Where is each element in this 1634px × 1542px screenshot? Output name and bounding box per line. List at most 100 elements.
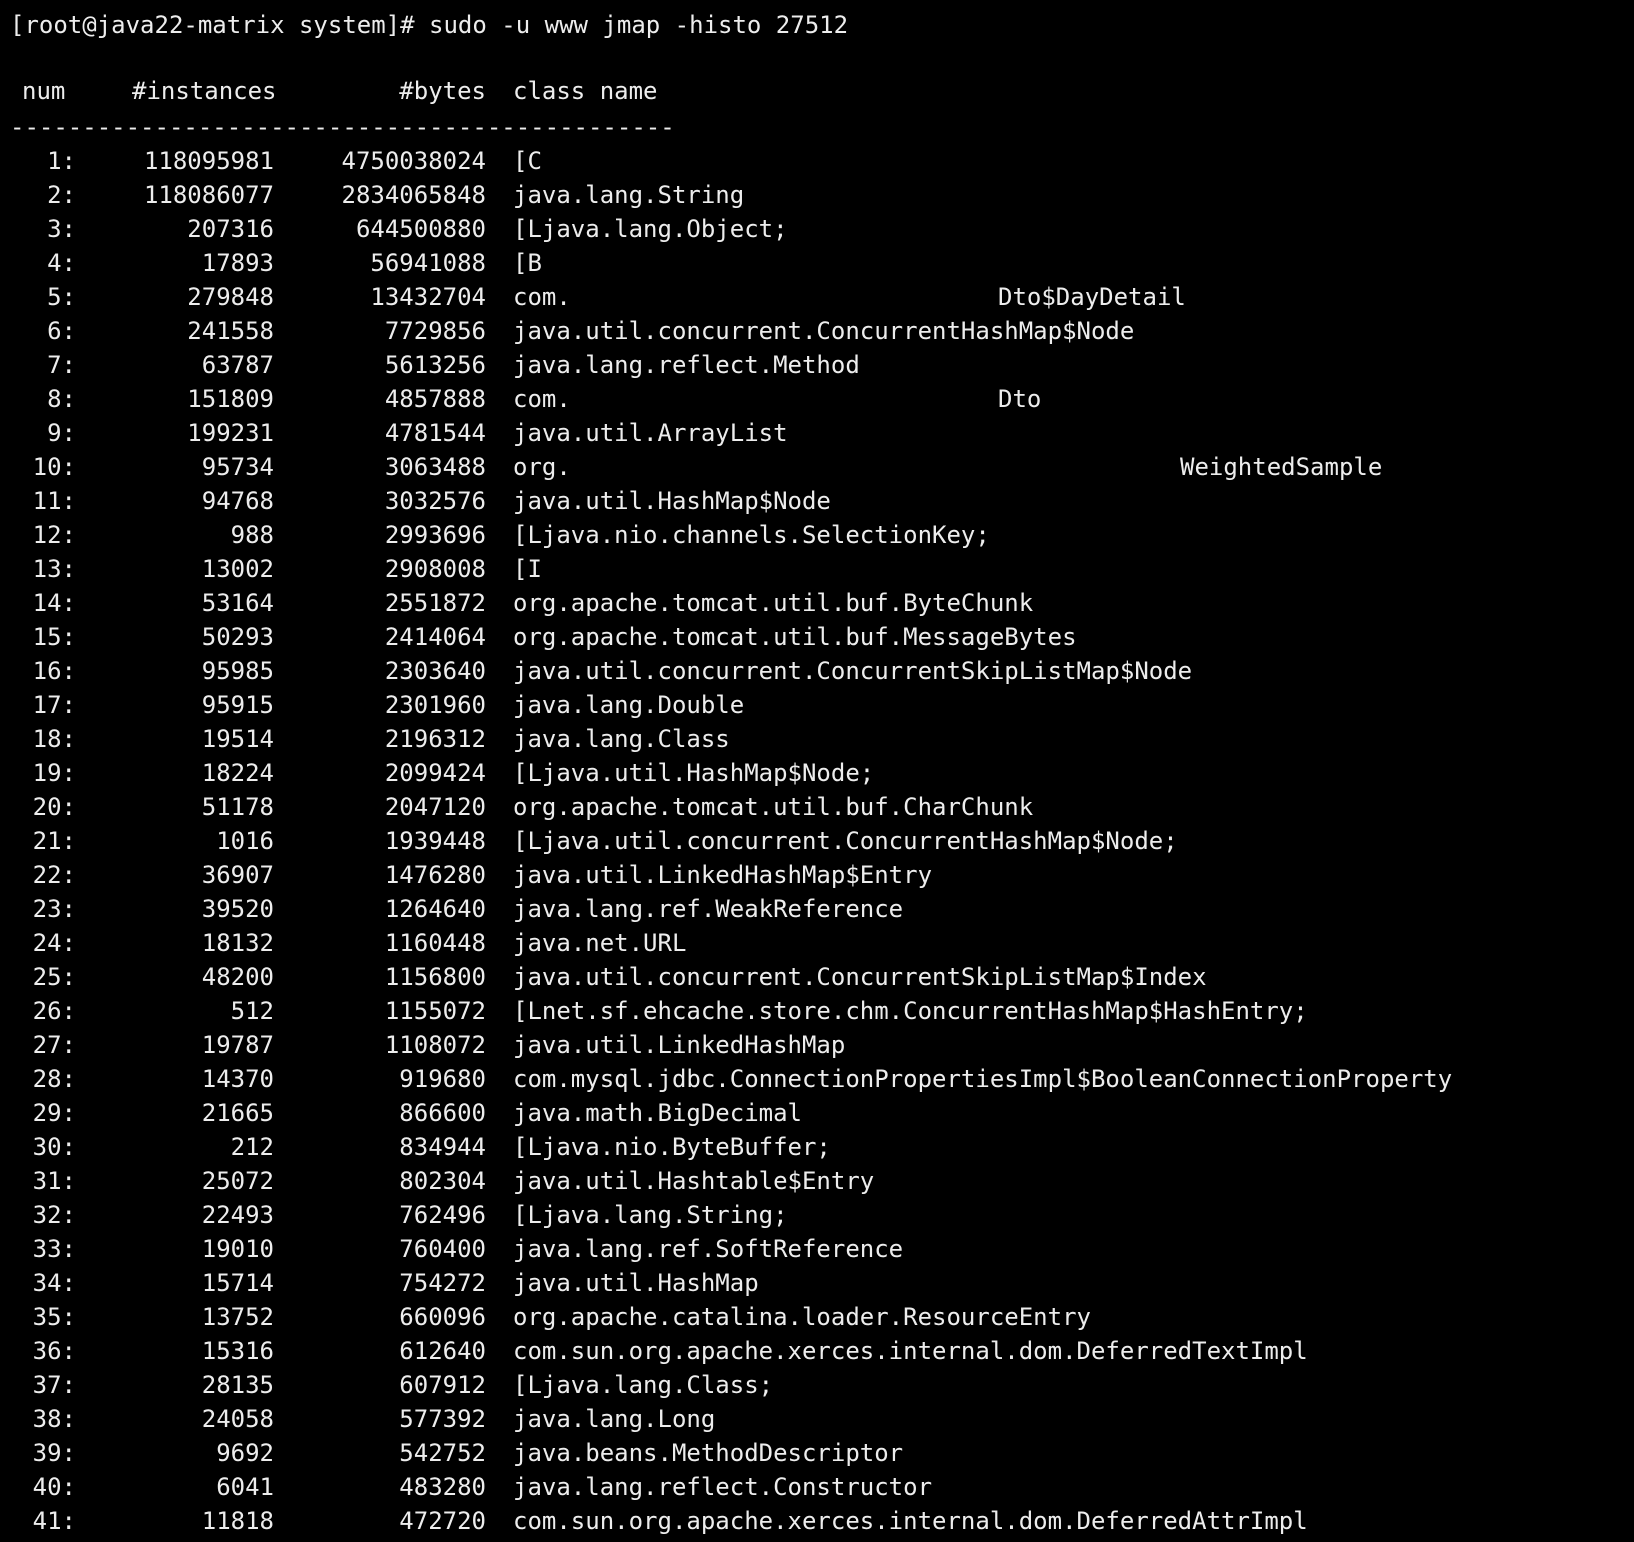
row-class-name: org.apache.tomcat.util.buf.MessageBytes xyxy=(513,623,1077,651)
table-row: 4: 17893 56941088 [B xyxy=(0,246,1634,280)
row-class-name: java.util.LinkedHashMap$Entry xyxy=(513,861,933,889)
row-bytes: 4750038024 xyxy=(341,147,487,175)
row-num: 31: xyxy=(32,1167,76,1195)
row-instances: 24058 xyxy=(201,1405,274,1433)
row-bytes: 2834065848 xyxy=(341,181,487,209)
header-bytes: #bytes xyxy=(399,77,486,105)
row-class-name: org. xyxy=(513,453,571,481)
row-num: 6: xyxy=(47,317,76,345)
row-class-name: java.lang.ref.SoftReference xyxy=(513,1235,904,1263)
row-instances: 512 xyxy=(230,997,274,1025)
row-instances: 95915 xyxy=(201,691,274,719)
row-bytes: 4857888 xyxy=(384,385,486,413)
row-class-name: [Ljava.lang.Object; xyxy=(513,215,788,243)
row-instances: 15316 xyxy=(201,1337,274,1365)
row-num: 1: xyxy=(47,147,76,175)
row-num: 4: xyxy=(47,249,76,277)
table-row: 5: 279848 13432704 com. Dto$DayDetail xyxy=(0,280,1634,314)
row-num: 26: xyxy=(32,997,76,1025)
row-bytes: 834944 xyxy=(399,1133,486,1161)
row-num: 20: xyxy=(32,793,76,821)
row-bytes: 56941088 xyxy=(370,249,486,277)
row-instances: 36907 xyxy=(201,861,274,889)
table-row: 28: 14370 919680 com.mysql.jdbc.ConnectionP… xyxy=(0,1062,1634,1096)
table-row: 7: 63787 5613256 java.lang.reflect.Method xyxy=(0,348,1634,382)
row-class-name: [Ljava.nio.ByteBuffer; xyxy=(513,1133,831,1161)
row-num: 37: xyxy=(32,1371,76,1399)
table-row: 11: 94768 3032576 java.util.HashMap$Node xyxy=(0,484,1634,518)
row-instances: 95985 xyxy=(201,657,274,685)
row-instances: 118086077 xyxy=(143,181,274,209)
row-bytes: 1155072 xyxy=(384,997,486,1025)
table-row: 18: 19514 2196312 java.lang.Class xyxy=(0,722,1634,756)
table-row: 19: 18224 2099424 [Ljava.util.HashMap$Node; xyxy=(0,756,1634,790)
row-bytes: 612640 xyxy=(399,1337,486,1365)
row-bytes: 2047120 xyxy=(384,793,486,821)
table-row: 15: 50293 2414064 org.apache.tomcat.util.bu… xyxy=(0,620,1634,654)
row-num: 32: xyxy=(32,1201,76,1229)
table-row: 32: 22493 762496 [Ljava.lang.String; xyxy=(0,1198,1634,1232)
row-bytes: 5613256 xyxy=(384,351,486,379)
table-row: 30: 212 834944 [Ljava.nio.ByteBuffer; xyxy=(0,1130,1634,1164)
row-class-name: com. xyxy=(513,283,571,311)
row-class-name: [Lnet.sf.ehcache.store.chm.ConcurrentHas… xyxy=(513,997,1308,1025)
terminal-window[interactable]: [root@java22-matrix system]# sudo -u www… xyxy=(0,0,1634,1542)
row-class-name: [Ljava.lang.String; xyxy=(513,1201,788,1229)
row-bytes: 472720 xyxy=(399,1507,486,1535)
table-row: 6: 241558 7729856 java.util.concurrent.Conc… xyxy=(0,314,1634,348)
table-row: 39: 9692 542752 java.beans.MethodDescriptor xyxy=(0,1436,1634,1470)
row-class-name: java.util.Hashtable$Entry xyxy=(513,1167,875,1195)
row-num: 40: xyxy=(32,1473,76,1501)
row-class-name: java.lang.String xyxy=(513,181,745,209)
row-instances: 21665 xyxy=(201,1099,274,1127)
row-instances: 17893 xyxy=(201,249,274,277)
row-bytes: 542752 xyxy=(399,1439,486,1467)
row-num: 38: xyxy=(32,1405,76,1433)
row-class-name: [B xyxy=(513,249,542,277)
row-bytes: 483280 xyxy=(399,1473,486,1501)
table-row: 20: 51178 2047120 org.apache.tomcat.util.bu… xyxy=(0,790,1634,824)
table-row: 8: 151809 4857888 com. Dto xyxy=(0,382,1634,416)
table-row: 13: 13002 2908008 [I xyxy=(0,552,1634,586)
row-class-name: java.util.HashMap xyxy=(513,1269,759,1297)
row-bytes: 2908008 xyxy=(384,555,486,583)
table-row: 33: 19010 760400 java.lang.ref.SoftReferenc… xyxy=(0,1232,1634,1266)
row-num: 11: xyxy=(32,487,76,515)
row-class-name: com.sun.org.apache.xerces.internal.dom.D… xyxy=(513,1507,1308,1535)
row-class-name: [C xyxy=(513,147,542,175)
row-bytes: 2551872 xyxy=(384,589,486,617)
header-class-name: class name xyxy=(513,77,658,105)
row-num: 18: xyxy=(32,725,76,753)
row-instances: 19010 xyxy=(201,1235,274,1263)
row-class-name: java.math.BigDecimal xyxy=(513,1099,802,1127)
row-bytes: 13432704 xyxy=(370,283,486,311)
row-num: 16: xyxy=(32,657,76,685)
row-bytes: 919680 xyxy=(399,1065,486,1093)
table-row: 31: 25072 802304 java.util.Hashtable$Entry xyxy=(0,1164,1634,1198)
row-num: 3: xyxy=(47,215,76,243)
header-instances: #instances xyxy=(132,77,277,105)
table-row: 27: 19787 1108072 java.util.LinkedHashMap xyxy=(0,1028,1634,1062)
row-class-name: java.util.HashMap$Node xyxy=(513,487,831,515)
row-instances: 39520 xyxy=(201,895,274,923)
row-bytes: 1476280 xyxy=(384,861,486,889)
row-bytes: 4781544 xyxy=(384,419,486,447)
row-bytes: 1160448 xyxy=(384,929,486,957)
row-class-name: [Ljava.nio.channels.SelectionKey; xyxy=(513,521,990,549)
row-bytes: 3063488 xyxy=(384,453,486,481)
row-num: 14: xyxy=(32,589,76,617)
row-instances: 19787 xyxy=(201,1031,274,1059)
row-class-name: java.lang.Class xyxy=(513,725,730,753)
row-instances: 95734 xyxy=(201,453,274,481)
row-instances: 279848 xyxy=(187,283,274,311)
row-class-name: [Ljava.util.HashMap$Node; xyxy=(513,759,875,787)
row-bytes: 607912 xyxy=(399,1371,486,1399)
row-class-name: com. xyxy=(513,385,571,413)
row-bytes: 644500880 xyxy=(355,215,486,243)
row-class-name: java.util.concurrent.ConcurrentHashMap$N… xyxy=(513,317,1135,345)
row-class-name-suffix: Dto$DayDetail xyxy=(998,283,1186,311)
table-row: 40: 6041 483280 java.lang.reflect.Construct… xyxy=(0,1470,1634,1504)
row-instances: 19514 xyxy=(201,725,274,753)
row-num: 2: xyxy=(47,181,76,209)
row-num: 28: xyxy=(32,1065,76,1093)
